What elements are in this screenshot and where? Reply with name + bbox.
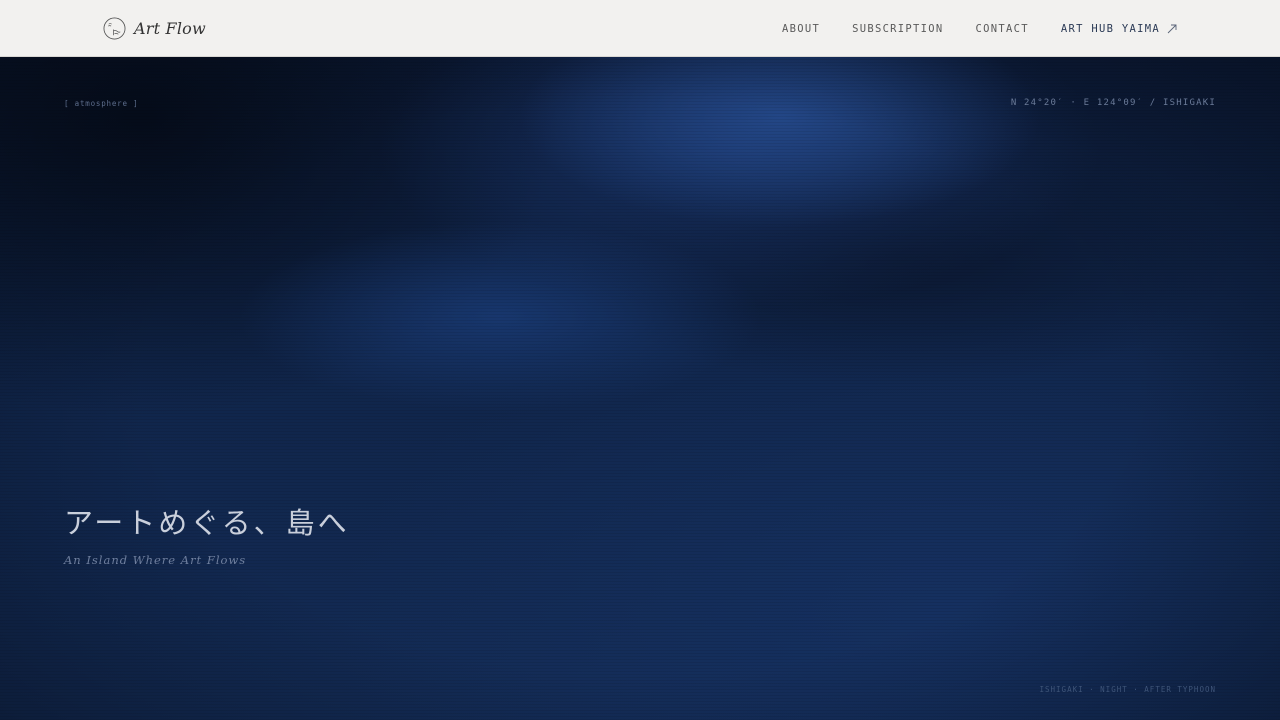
nav-art-hub-label: ART HUB YAIMA: [1060, 22, 1160, 35]
nav-contact[interactable]: CONTACT: [976, 23, 1029, 35]
brand-link[interactable]: Art Flow: [103, 16, 206, 40]
scanline-overlay: [0, 57, 1280, 720]
nav-art-hub-yaima[interactable]: ART HUB YAIMA: [1061, 23, 1177, 35]
vignette-overlay: [0, 57, 1280, 720]
art-flow-logo-icon: [103, 17, 126, 39]
main-nav: ABOUT SUBSCRIPTION CONTACT ART HUB YAIMA: [750, 0, 1177, 57]
scene-caption: ISHIGAKI · NIGHT · AFTER TYPHOON: [1039, 685, 1216, 694]
site-header: Art Flow ABOUT SUBSCRIPTION CONTACT ART …: [0, 0, 1280, 57]
hero-section: [ atmosphere ] N 24°20′ · E 124°09′ / IS…: [0, 57, 1280, 720]
external-arrow-icon: [1167, 24, 1177, 33]
hero-headline: アートめぐる、島へ: [64, 506, 350, 540]
hero-subheadline: An Island Where Art Flows: [64, 553, 247, 567]
nav-subscription[interactable]: SUBSCRIPTION: [852, 23, 943, 35]
coordinates-label: N 24°20′ · E 124°09′ / ISHIGAKI: [1010, 98, 1216, 108]
nav-about[interactable]: ABOUT: [782, 23, 820, 35]
atmosphere-tag: [ atmosphere ]: [64, 99, 139, 108]
brand-name: Art Flow: [134, 18, 206, 38]
